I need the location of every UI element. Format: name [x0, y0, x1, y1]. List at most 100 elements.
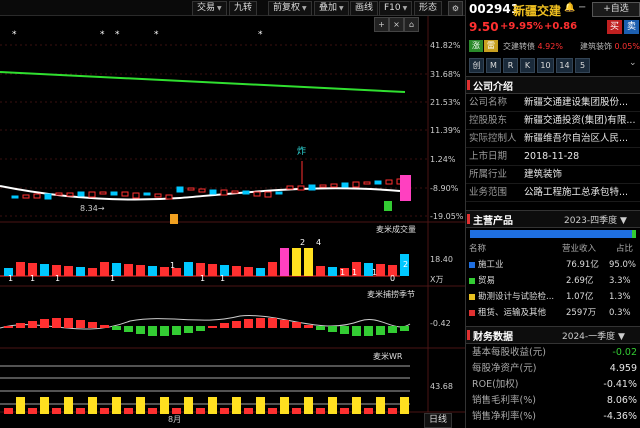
star-mark: * — [258, 30, 263, 40]
volume-bar — [136, 265, 145, 276]
low-price-marker: 8.34→ — [80, 204, 105, 213]
product-share: 95.0% — [609, 260, 637, 270]
buy-button[interactable]: 买 — [607, 20, 622, 34]
macd-bar — [208, 326, 217, 328]
company-info-row[interactable]: 实际控制人 新疆维吾尔自治区人民... — [466, 130, 640, 148]
company-info-row[interactable]: 上市日期 2018-11-28 — [466, 148, 640, 166]
tag-r[interactable]: R — [503, 58, 518, 73]
info-key: 控股股东 — [469, 115, 508, 126]
wr-pane-title: 麦米WR — [373, 352, 403, 361]
product-name: 勘测设计与试验检... — [478, 292, 555, 302]
product-row[interactable]: 贸易 2.69亿 3.3% — [466, 274, 640, 288]
products-section-header: 主营产品 2023-四季度 ▼ — [466, 210, 640, 228]
volume-count-label: 1 — [352, 268, 358, 277]
products-period-select[interactable]: 2023-四季度 ▼ — [564, 213, 627, 226]
kline-chart[interactable] — [0, 16, 465, 428]
y-label: 11.39% — [430, 126, 461, 135]
finance-row[interactable]: 销售毛利率(%) 8.06% — [466, 393, 640, 409]
candle — [198, 188, 206, 193]
product-row[interactable]: 施工业 76.91亿 95.0% — [466, 258, 640, 272]
candle — [165, 194, 173, 200]
home-icon[interactable]: ⌂ — [404, 17, 419, 32]
candle — [253, 191, 261, 197]
finance-row[interactable]: 每股净资产(元) 4.959 — [466, 361, 640, 377]
related-bond[interactable]: 交建转债 4.92% — [503, 41, 563, 52]
finance-row[interactable]: 基本每股收益(元) -0.02 — [466, 345, 640, 361]
up-badge: 涨 — [469, 40, 483, 52]
add-icon[interactable]: + — [374, 17, 389, 32]
product-revenue: 76.91亿 — [566, 260, 599, 270]
company-info-row[interactable]: 所属行业 建筑装饰 — [466, 166, 640, 184]
wr-bar — [232, 397, 241, 414]
alert-badge: 雷 — [484, 40, 498, 52]
macd-bar — [88, 322, 97, 328]
bell-icon[interactable]: 🔔 — [564, 3, 575, 13]
minus-icon[interactable]: − — [578, 2, 590, 14]
tag-k[interactable]: K — [520, 58, 535, 73]
candle — [187, 187, 195, 191]
wr-bar — [376, 397, 385, 414]
tag-m[interactable]: M — [486, 58, 501, 73]
finance-value: 4.959 — [609, 363, 637, 374]
period-button[interactable]: 日线 — [424, 413, 453, 428]
finance-row[interactable]: ROE(加权) -0.41% — [466, 377, 640, 393]
sell-button[interactable]: 卖 — [624, 20, 639, 34]
trade-button[interactable]: 交易 ▼ — [192, 1, 227, 16]
wr-bar — [244, 408, 253, 414]
volume-count-label: 1 — [8, 274, 14, 283]
macd-bar — [160, 326, 169, 336]
pattern-button[interactable]: 形态 — [414, 1, 443, 16]
tag-chuang[interactable]: 创 — [469, 58, 484, 73]
draw-line-button[interactable]: 画线 — [350, 1, 379, 16]
info-value: 新疆交通建设集团股份... — [524, 97, 629, 108]
settings-icon[interactable]: ⚙ — [448, 1, 463, 16]
volume-count-label: 1 — [340, 268, 346, 277]
product-color-swatch — [469, 278, 475, 284]
adjust-button[interactable]: 前复权 ▼ — [268, 1, 312, 16]
macd-bar — [172, 326, 181, 335]
volume-bar — [328, 267, 337, 276]
related-industry[interactable]: 建筑装饰 0.05% — [580, 41, 640, 52]
macd-bar — [328, 326, 337, 332]
y-label: 41.82% — [430, 41, 461, 50]
candle — [385, 179, 393, 185]
chevron-down-icon[interactable]: ⌄ — [629, 58, 637, 68]
company-info-row[interactable]: 公司名称 新疆交通建设集团股份... — [466, 94, 640, 112]
candle — [220, 189, 228, 196]
wr-bar — [292, 408, 301, 414]
overlay-button[interactable]: 叠加 ▼ — [314, 1, 349, 16]
add-self-select-button[interactable]: +自选 — [592, 2, 640, 17]
tag-14[interactable]: 14 — [556, 58, 573, 73]
volume-pane-title: 麦米成交量 — [376, 225, 416, 234]
macd-bar — [124, 326, 133, 332]
product-row[interactable]: 租赁、运输及其他 2597万 0.3% — [466, 306, 640, 320]
finance-row[interactable]: 销售净利率(%) -4.36% — [466, 409, 640, 425]
company-info-row[interactable]: 控股股东 新疆交通投资(集团)有限... — [466, 112, 640, 130]
wr-y-label: 43.68 — [430, 382, 453, 391]
macd-bar — [388, 326, 397, 333]
candle — [99, 191, 107, 195]
tag-5[interactable]: 5 — [575, 58, 590, 73]
star-mark: * — [115, 30, 120, 40]
candle — [154, 193, 162, 198]
info-key: 业务范围 — [469, 187, 508, 198]
finance-value: 8.06% — [606, 395, 637, 406]
close-icon[interactable]: × — [389, 17, 404, 32]
candle — [121, 191, 129, 197]
candle — [308, 184, 316, 191]
wr-bar — [76, 408, 85, 414]
finance-period-select[interactable]: 2024-一季度 ▼ — [562, 329, 625, 342]
volume-bar — [148, 266, 157, 276]
wr-bar — [148, 408, 157, 414]
volume-bar — [280, 248, 289, 276]
ma-line — [0, 71, 406, 93]
tag-10[interactable]: 10 — [537, 58, 554, 73]
company-info-row[interactable]: 业务范围 公路工程施工总承包特... — [466, 184, 640, 202]
chart-area[interactable]: + × ⌂ 41.82% 31.68% 21.53% 11.39% 1.24% … — [0, 16, 465, 428]
company-section-header: 公司介绍 — [466, 76, 640, 94]
volume-bar — [244, 267, 253, 276]
product-revenue: 1.07亿 — [566, 292, 594, 302]
jiuzhuan-button[interactable]: 九转 — [229, 1, 258, 16]
product-row[interactable]: 勘测设计与试验检... 1.07亿 1.3% — [466, 290, 640, 304]
f10-button[interactable]: F10 ▼ — [379, 1, 413, 16]
